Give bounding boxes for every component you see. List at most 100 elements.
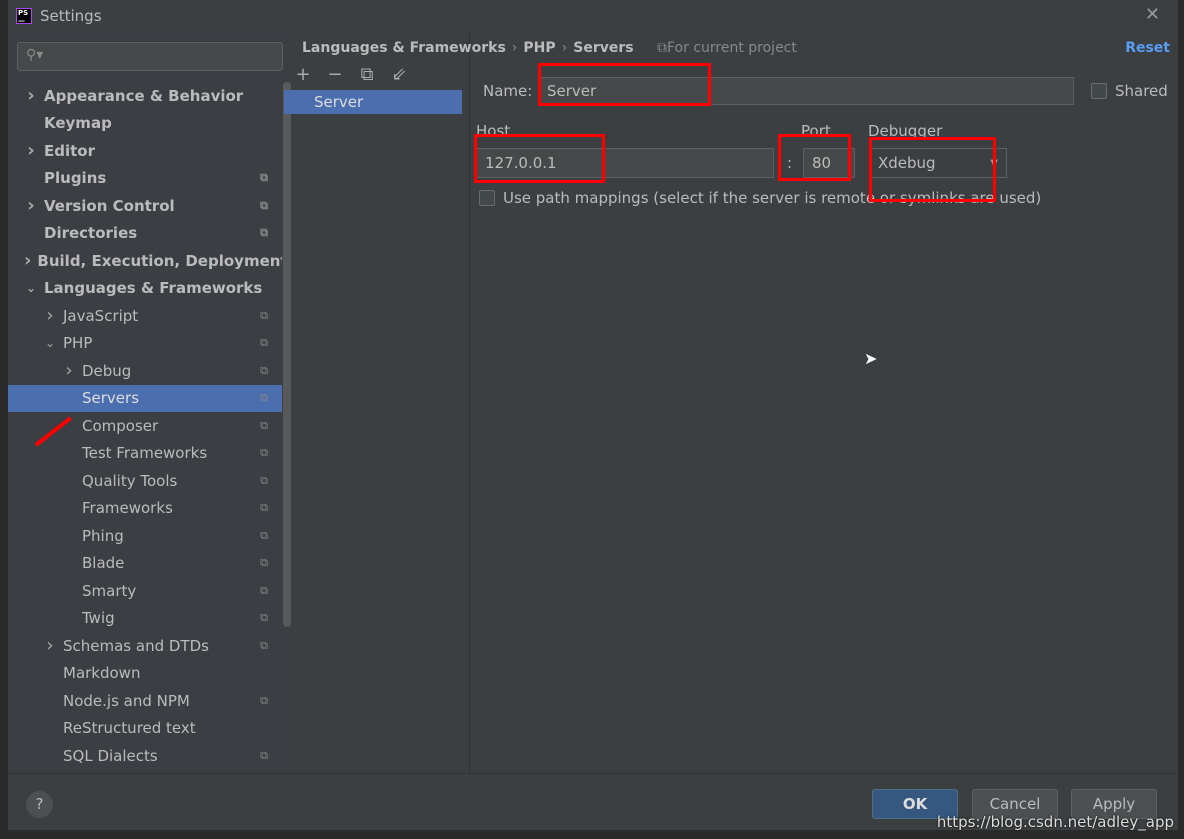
tree-item[interactable]: › Appearance & Behavior bbox=[8, 82, 282, 110]
window-title: Settings bbox=[40, 7, 102, 25]
shared-checkbox[interactable] bbox=[1091, 83, 1107, 99]
port-label: Port bbox=[801, 122, 831, 140]
project-scope-icon: ⧉ bbox=[260, 501, 268, 515]
project-scope-icon: ⧉ bbox=[260, 473, 268, 487]
server-list-item[interactable]: Server bbox=[284, 90, 462, 114]
tree-item[interactable]: › Version Control ⧉ bbox=[8, 192, 282, 220]
remove-icon[interactable]: − bbox=[326, 64, 344, 85]
reset-link[interactable]: Reset bbox=[1125, 40, 1170, 56]
host-input[interactable]: 127.0.0.1 bbox=[476, 148, 774, 178]
tree-item[interactable]: Phing ⧉ bbox=[8, 522, 282, 550]
title-bar: PS — Settings ✕ bbox=[8, 0, 1178, 32]
tree-item-label: Plugins bbox=[44, 169, 107, 188]
port-separator: : bbox=[787, 154, 793, 172]
tree-item[interactable]: Frameworks ⧉ bbox=[8, 495, 282, 523]
project-scope-icon: ⧉ bbox=[260, 611, 268, 625]
tree-item[interactable]: Keymap bbox=[8, 110, 282, 138]
tree-item[interactable]: Blade ⧉ bbox=[8, 550, 282, 578]
project-scope-icon: ⧉ bbox=[260, 583, 268, 597]
chevron-right-icon[interactable]: › bbox=[62, 360, 76, 381]
tree-item-label: Smarty bbox=[82, 581, 137, 600]
project-scope-icon: ⧉ bbox=[260, 446, 268, 460]
chevron-down-icon[interactable]: ⌄ bbox=[24, 281, 38, 295]
scope-indicator: ⧉For current project bbox=[657, 40, 797, 56]
tree-item-label: Blade bbox=[82, 554, 125, 573]
tree-item[interactable]: ReStructured text bbox=[8, 715, 282, 743]
sidebar-scrollbar[interactable] bbox=[282, 82, 292, 762]
project-scope-icon: ⧉ bbox=[260, 308, 268, 322]
port-input[interactable]: 80 bbox=[803, 148, 855, 178]
tree-item-label: Quality Tools bbox=[82, 471, 178, 490]
host-value: 127.0.0.1 bbox=[485, 154, 557, 172]
chevron-down-icon: ▼ bbox=[990, 157, 998, 169]
project-scope-icon: ⧉ bbox=[260, 693, 268, 707]
tree-item[interactable]: ⌄ Languages & Frameworks bbox=[8, 275, 282, 303]
project-scope-icon: ⧉ bbox=[260, 638, 268, 652]
chevron-right-icon[interactable]: › bbox=[24, 85, 38, 106]
name-input[interactable]: Server bbox=[538, 77, 1074, 105]
tree-item[interactable]: Directories ⧉ bbox=[8, 220, 282, 248]
path-mappings-checkbox[interactable] bbox=[479, 190, 495, 206]
project-scope-icon: ⧉ bbox=[260, 556, 268, 570]
tree-item-label: Twig bbox=[82, 609, 115, 628]
tree-item[interactable]: Node.js and NPM ⧉ bbox=[8, 687, 282, 715]
tree-item[interactable]: SQL Dialects ⧉ bbox=[8, 742, 282, 770]
scope-label: For current project bbox=[667, 40, 797, 56]
tree-item-label: Debug bbox=[82, 361, 132, 380]
tree-item[interactable]: ⌄ PHP ⧉ bbox=[8, 330, 282, 358]
search-input[interactable]: ⚲▾ bbox=[17, 42, 283, 71]
project-scope-icon: ⧉ bbox=[260, 198, 268, 212]
tree-item[interactable]: › Build, Execution, Deployment bbox=[8, 247, 288, 275]
tree-item-label: Markdown bbox=[63, 664, 141, 683]
tree-item-label: Test Frameworks bbox=[82, 444, 208, 463]
project-scope-icon: ⧉ bbox=[260, 226, 268, 240]
tree-item-label: Servers bbox=[82, 389, 140, 408]
tree-item[interactable]: › Editor bbox=[8, 137, 282, 165]
chevron-right-icon[interactable]: › bbox=[24, 140, 38, 161]
debugger-label: Debugger bbox=[868, 122, 943, 140]
name-value: Server bbox=[547, 82, 597, 100]
tree-item-label: Directories bbox=[44, 224, 138, 243]
tree-item[interactable]: › Schemas and DTDs ⧉ bbox=[8, 632, 282, 660]
tree-item[interactable]: Markdown bbox=[8, 660, 282, 688]
import-icon[interactable]: ⇙ bbox=[390, 64, 408, 85]
chevron-right-icon[interactable]: › bbox=[43, 305, 57, 326]
copy-icon[interactable]: ⧉ bbox=[358, 64, 376, 85]
tree-item-label: SQL Dialects bbox=[63, 746, 158, 765]
settings-sidebar: ⚲▾ › Appearance & Behavior Keymap › Editor Pl… bbox=[8, 32, 292, 773]
tree-item-label: Editor bbox=[44, 141, 95, 160]
tree-item-label: JavaScript bbox=[63, 306, 139, 325]
breadcrumb-item: Servers bbox=[573, 40, 634, 56]
tree-item-label: Composer bbox=[82, 416, 159, 435]
tree-item-label: Phing bbox=[82, 526, 124, 545]
project-scope-icon: ⧉ bbox=[260, 363, 268, 377]
copy-icon: ⧉ bbox=[657, 40, 667, 56]
tree-item-label: Keymap bbox=[44, 114, 112, 133]
project-scope-icon: ⧉ bbox=[260, 528, 268, 542]
mouse-cursor-icon: ➤ bbox=[864, 349, 878, 368]
tree-item[interactable]: Plugins ⧉ bbox=[8, 165, 282, 193]
close-icon[interactable]: ✕ bbox=[1145, 4, 1160, 25]
project-scope-icon: ⧉ bbox=[260, 748, 268, 762]
chevron-right-icon[interactable]: › bbox=[24, 250, 31, 271]
project-scope-icon: ⧉ bbox=[260, 171, 268, 185]
chevron-down-icon[interactable]: ⌄ bbox=[43, 336, 57, 350]
name-label: Name: bbox=[483, 82, 533, 100]
add-icon[interactable]: + bbox=[294, 64, 312, 85]
tree-item[interactable]: › Debug ⧉ bbox=[8, 357, 282, 385]
tree-item-label: Appearance & Behavior bbox=[44, 86, 244, 105]
help-button[interactable]: ? bbox=[26, 791, 53, 818]
tree-item[interactable]: Test Frameworks ⧉ bbox=[8, 440, 282, 468]
tree-item[interactable]: Smarty ⧉ bbox=[8, 577, 282, 605]
tree-item[interactable]: › JavaScript ⧉ bbox=[8, 302, 282, 330]
tree-item[interactable]: Servers ⧉ bbox=[8, 384, 282, 412]
settings-dialog: PS — Settings ✕ ⚲▾ › Appearance & Behavior… bbox=[8, 0, 1178, 830]
phpstorm-logo-icon: PS — bbox=[16, 8, 32, 25]
chevron-right-icon[interactable]: › bbox=[43, 635, 57, 656]
scrollbar-thumb[interactable] bbox=[283, 82, 291, 627]
tree-item[interactable]: Twig ⧉ bbox=[8, 605, 282, 633]
debugger-select[interactable]: Xdebug ▼ bbox=[869, 148, 1007, 178]
chevron-right-icon[interactable]: › bbox=[24, 195, 38, 216]
host-label: Host bbox=[476, 122, 511, 140]
tree-item[interactable]: Quality Tools ⧉ bbox=[8, 467, 282, 495]
